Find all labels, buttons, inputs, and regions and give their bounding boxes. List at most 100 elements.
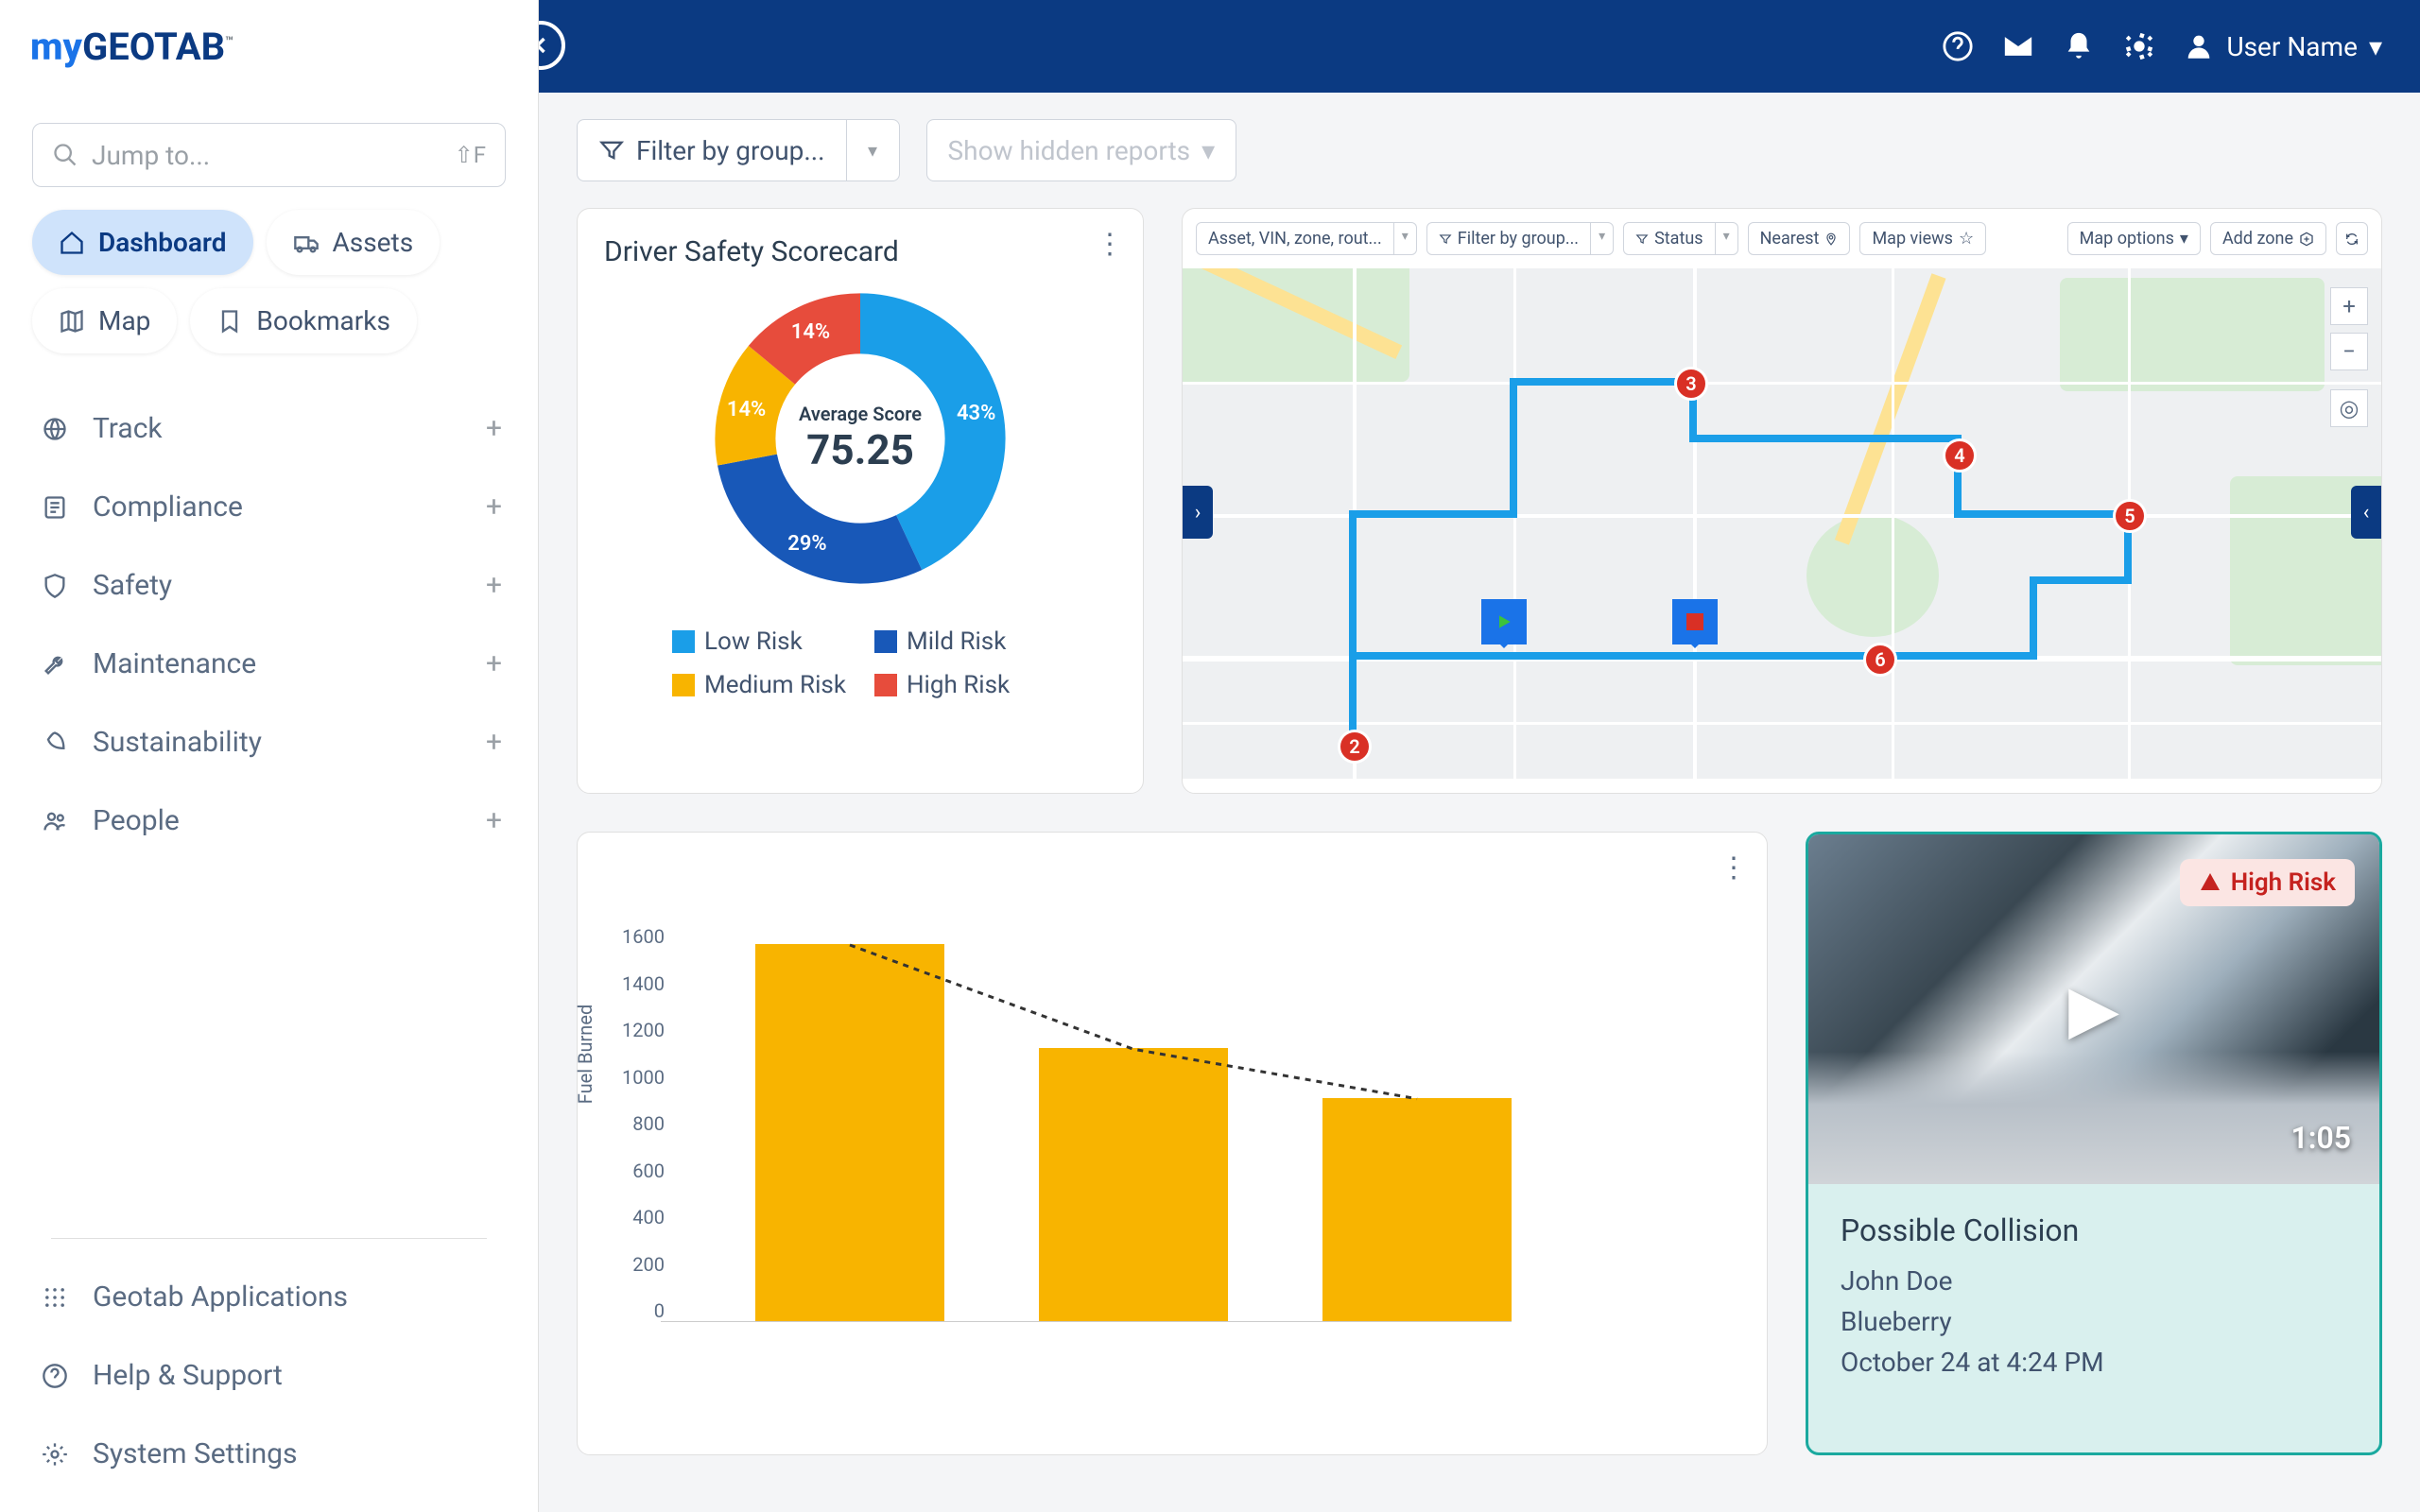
donut-slice-label: 14% bbox=[727, 398, 766, 421]
map-start-marker[interactable] bbox=[1481, 599, 1527, 644]
map-options-button[interactable]: Map options ▾ bbox=[2067, 222, 2201, 255]
scorecard-donut: Average Score 75.25 43% 29% 14% 14% bbox=[709, 287, 1011, 590]
search-placeholder: Jump to... bbox=[92, 140, 210, 171]
scorecard-title: Driver Safety Scorecard bbox=[604, 235, 1116, 268]
video-driver: John Doe bbox=[1841, 1265, 2347, 1297]
nav-maintenance[interactable]: Maintenance+ bbox=[19, 625, 519, 703]
map-pin[interactable]: 6 bbox=[1863, 643, 1897, 677]
tab-assets[interactable]: Assets bbox=[267, 210, 441, 275]
map-filter-group-caret[interactable]: ▾ bbox=[1591, 222, 1614, 255]
tab-dashboard[interactable]: Dashboard bbox=[32, 210, 253, 275]
gear-icon[interactable] bbox=[2122, 29, 2156, 63]
search-shortcut: ⇧F bbox=[455, 142, 486, 168]
expand-icon[interactable]: + bbox=[486, 569, 502, 602]
nav-sustainability[interactable]: Sustainability+ bbox=[19, 703, 519, 782]
map-card: Asset, VIN, zone, rout... ▾ Filter by gr… bbox=[1182, 208, 2382, 794]
y-tick: 1200 bbox=[622, 1019, 665, 1041]
chevron-down-icon: ▾ bbox=[1201, 135, 1215, 166]
nav-help-support[interactable]: Help & Support bbox=[19, 1336, 519, 1415]
y-tick: 1000 bbox=[622, 1066, 665, 1089]
filter-group-caret[interactable]: ▾ bbox=[847, 119, 900, 181]
filter-icon bbox=[1635, 232, 1649, 246]
y-tick: 1400 bbox=[622, 972, 665, 995]
video-datetime: October 24 at 4:24 PM bbox=[1841, 1347, 2347, 1378]
brand-logo: myGEOTAB™ bbox=[30, 25, 233, 69]
map-search-caret[interactable]: ▾ bbox=[1394, 222, 1417, 255]
bookmark-icon bbox=[216, 308, 243, 335]
map-status-button[interactable]: Status bbox=[1623, 222, 1715, 255]
expand-icon[interactable]: + bbox=[486, 490, 502, 524]
filter-group-button[interactable]: Filter by group... bbox=[577, 119, 847, 181]
refresh-icon bbox=[2344, 232, 2360, 247]
map-panel-expand-left[interactable]: › bbox=[1183, 486, 1213, 539]
map-pin[interactable]: 5 bbox=[2113, 499, 2147, 533]
wrench-icon bbox=[36, 651, 74, 678]
y-axis-label: Fuel Burned bbox=[574, 1005, 596, 1105]
tab-map[interactable]: Map bbox=[32, 288, 177, 353]
expand-icon[interactable]: + bbox=[486, 804, 502, 837]
map-views-button[interactable]: Map views ☆ bbox=[1859, 222, 1986, 255]
y-tick: 600 bbox=[632, 1160, 665, 1182]
nav-geotab-applications[interactable]: Geotab Applications bbox=[19, 1258, 519, 1336]
video-thumbnail[interactable]: High Risk ▶ 1:05 bbox=[1808, 834, 2379, 1184]
divider bbox=[51, 1238, 487, 1239]
bell-icon[interactable] bbox=[2062, 29, 2096, 63]
legend-item: High Risk bbox=[874, 671, 1048, 699]
help-icon bbox=[36, 1363, 74, 1389]
help-icon[interactable] bbox=[1941, 29, 1975, 63]
nav-system-settings[interactable]: System Settings bbox=[19, 1415, 519, 1493]
donut-center-value: 75.25 bbox=[799, 425, 922, 474]
map-zoom-in[interactable]: + bbox=[2330, 287, 2368, 325]
add-zone-button[interactable]: Add zone bbox=[2210, 222, 2326, 255]
truck-icon bbox=[293, 230, 320, 256]
donut-slice-label: 43% bbox=[957, 402, 995, 425]
y-tick: 1600 bbox=[622, 925, 665, 948]
nav-people[interactable]: People+ bbox=[19, 782, 519, 860]
tab-bookmarks[interactable]: Bookmarks bbox=[190, 288, 417, 353]
map-search-input[interactable]: Asset, VIN, zone, rout... bbox=[1196, 222, 1394, 255]
expand-icon[interactable]: + bbox=[486, 647, 502, 680]
map-status-caret[interactable]: ▾ bbox=[1716, 222, 1738, 255]
expand-icon[interactable]: + bbox=[486, 726, 502, 759]
collision-alert-card[interactable]: High Risk ▶ 1:05 Possible Collision John… bbox=[1806, 832, 2382, 1455]
jump-to-search[interactable]: Jump to... ⇧F bbox=[32, 123, 506, 187]
map-zoom-out[interactable]: − bbox=[2330, 333, 2368, 370]
map-pin[interactable]: 3 bbox=[1674, 367, 1708, 401]
risk-badge: High Risk bbox=[2180, 859, 2355, 906]
map-canvas[interactable]: 2 3 4 5 6 + − ◎ › ‹ bbox=[1183, 268, 2381, 779]
add-zone-icon bbox=[2299, 232, 2314, 247]
show-hidden-reports-button[interactable]: Show hidden reports ▾ bbox=[926, 119, 1237, 181]
filter-icon bbox=[1439, 232, 1452, 246]
map-nearest-button[interactable]: Nearest bbox=[1748, 222, 1851, 255]
map-pin[interactable]: 4 bbox=[1943, 438, 1977, 472]
video-duration: 1:05 bbox=[2290, 1120, 2351, 1156]
leaf-icon bbox=[36, 730, 74, 756]
home-icon bbox=[59, 230, 85, 256]
map-filter-group-button[interactable]: Filter by group... bbox=[1426, 222, 1591, 255]
user-menu[interactable]: User Name ▾ bbox=[2183, 30, 2382, 62]
donut-slice-label: 14% bbox=[791, 320, 830, 344]
fuel-bar-chart: Fuel Burned 1600140012001000800600400200… bbox=[604, 925, 1740, 1360]
map-stop-marker[interactable] bbox=[1672, 599, 1718, 644]
donut-slice-label: 29% bbox=[787, 532, 826, 556]
play-button[interactable]: ▶ bbox=[2068, 971, 2119, 1049]
video-title: Possible Collision bbox=[1841, 1212, 2347, 1248]
map-pin[interactable]: 2 bbox=[1338, 730, 1372, 764]
shield-icon bbox=[36, 573, 74, 599]
video-vehicle: Blueberry bbox=[1841, 1306, 2347, 1337]
donut-center-label: Average Score bbox=[799, 403, 922, 425]
scorecard-menu[interactable]: ⋮ bbox=[1096, 228, 1124, 261]
map-locate[interactable]: ◎ bbox=[2330, 389, 2368, 427]
globe-icon bbox=[36, 416, 74, 442]
map-refresh-button[interactable] bbox=[2336, 222, 2368, 255]
nav-compliance[interactable]: Compliance+ bbox=[19, 468, 519, 546]
gear-icon bbox=[36, 1441, 74, 1468]
expand-icon[interactable]: + bbox=[486, 412, 502, 445]
map-icon bbox=[59, 308, 85, 335]
nav-safety[interactable]: Safety+ bbox=[19, 546, 519, 625]
map-panel-expand-right[interactable]: ‹ bbox=[2351, 486, 2381, 539]
y-tick: 200 bbox=[632, 1253, 665, 1276]
nav-track[interactable]: Track+ bbox=[19, 389, 519, 468]
fuel-chart-menu[interactable]: ⋮ bbox=[1720, 851, 1748, 885]
mail-icon[interactable] bbox=[2001, 29, 2035, 63]
